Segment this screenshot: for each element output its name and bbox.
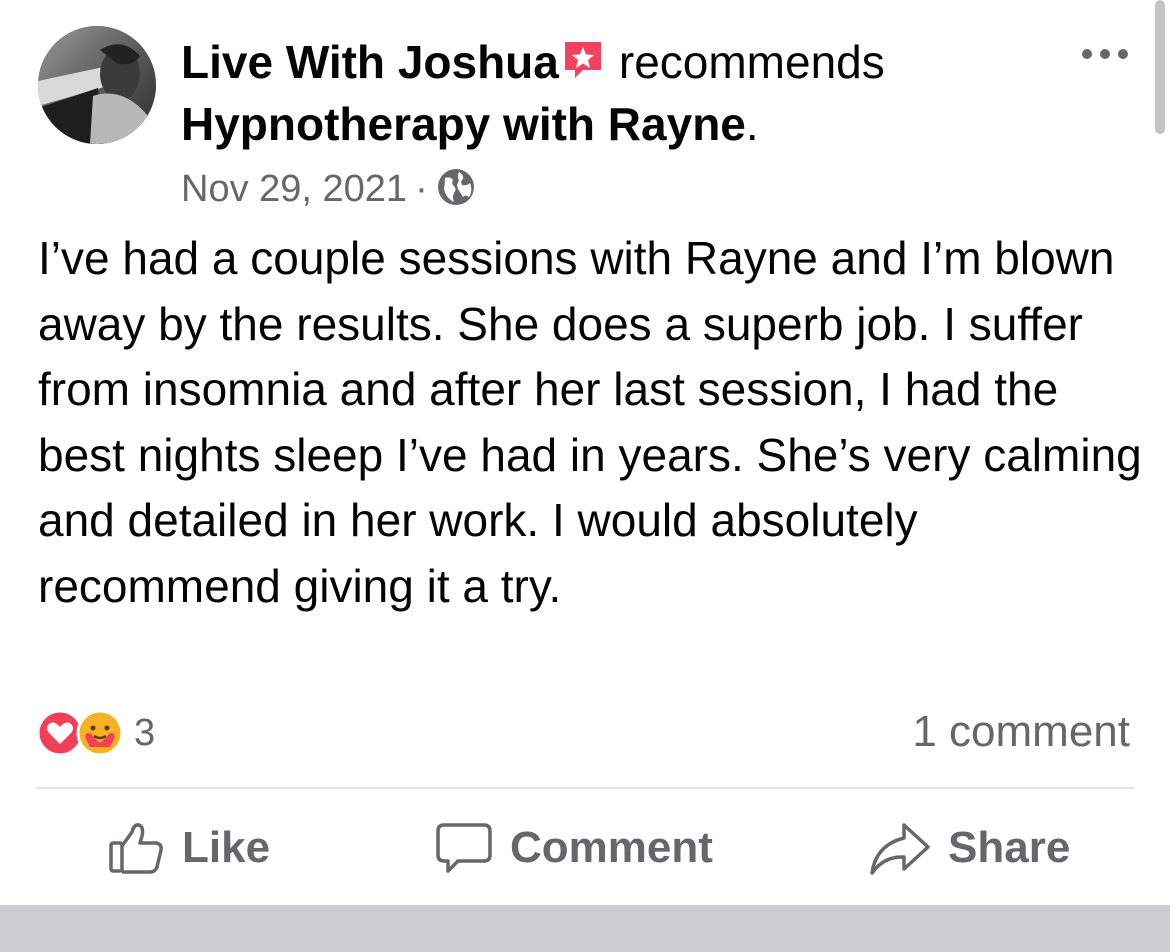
- like-label: Like: [182, 823, 271, 872]
- comment-button[interactable]: Comment: [434, 815, 713, 881]
- post-card: Live With Joshua recommends Hypnotherapy …: [0, 0, 1170, 905]
- header-period: .: [745, 98, 759, 150]
- author-avatar[interactable]: [38, 26, 156, 144]
- meta-separator: ·: [415, 168, 428, 210]
- share-arrow-icon: [870, 823, 930, 875]
- actions-divider: [36, 787, 1134, 789]
- scrollbar[interactable]: [1155, 0, 1165, 134]
- thumbs-up-icon: [109, 823, 163, 874]
- reaction-count: 3: [134, 711, 156, 754]
- post-date[interactable]: Nov 29, 2021: [181, 168, 407, 210]
- author-name[interactable]: Live With Joshua: [181, 36, 559, 88]
- like-button[interactable]: Like: [108, 815, 270, 881]
- share-button[interactable]: Share: [868, 815, 1070, 881]
- post-header: Live With Joshua recommends: [181, 30, 885, 94]
- recommend-badge-icon: [564, 42, 601, 78]
- comment-label: Comment: [510, 823, 713, 872]
- reactions-summary[interactable]: 3: [36, 706, 155, 760]
- post-meta: Nov 29, 2021 ·: [181, 162, 476, 216]
- globe-icon: [437, 169, 474, 205]
- post-text: I’ve had a couple sessions with Rayne an…: [38, 232, 1142, 612]
- feed-separator: [0, 905, 1170, 952]
- share-label: Share: [948, 823, 1071, 872]
- post-header-line-2: Hypnotherapy with Rayne.: [181, 92, 759, 156]
- recommends-text: recommends: [618, 36, 885, 88]
- recommended-page-name[interactable]: Hypnotherapy with Rayne: [181, 98, 746, 150]
- more-options-icon[interactable]: [1080, 42, 1130, 66]
- comment-count-link[interactable]: 1 comment: [912, 704, 1130, 760]
- comment-bubble-icon: [436, 823, 492, 873]
- care-reaction-icon: [76, 709, 124, 757]
